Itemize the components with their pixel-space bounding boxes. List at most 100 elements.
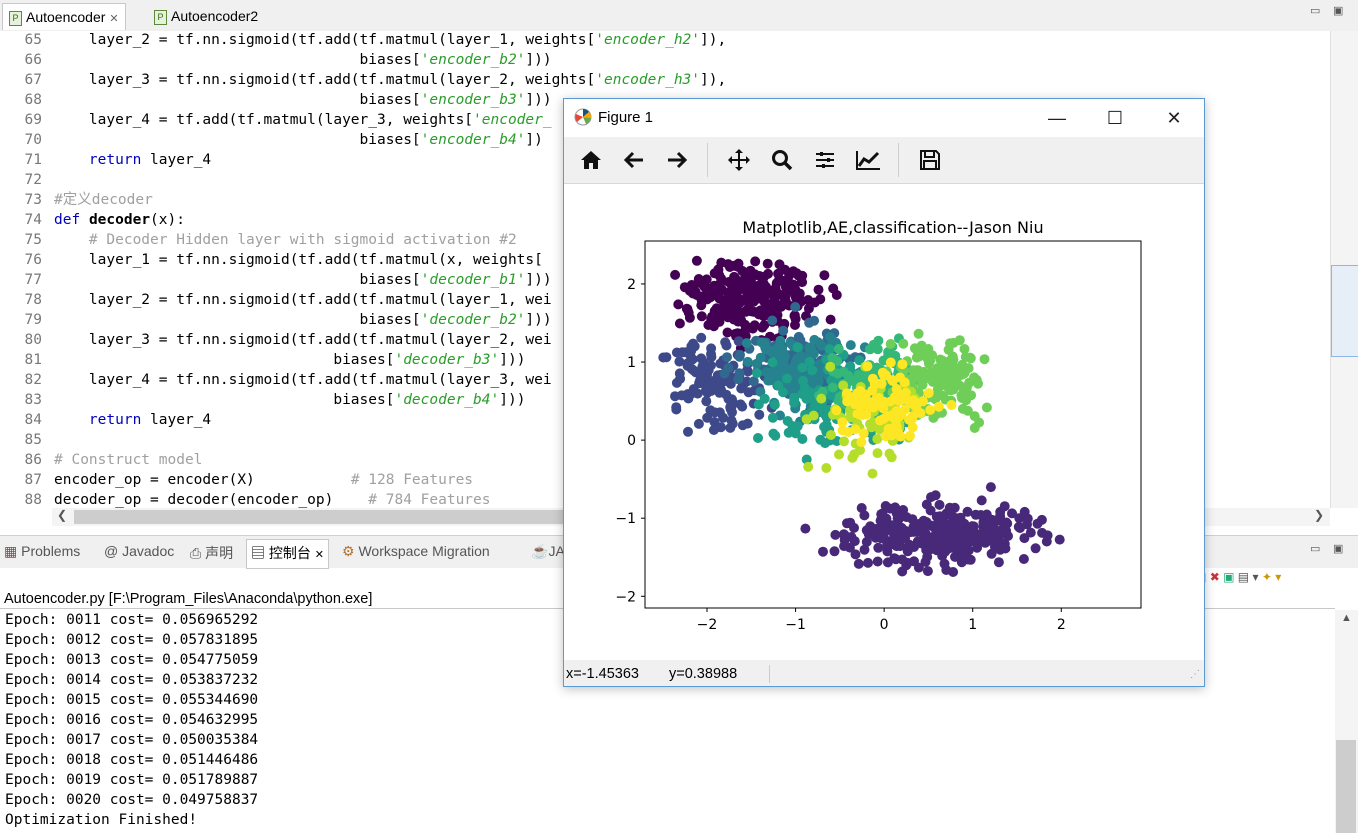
- code-token: 'decoder_b2': [420, 312, 526, 328]
- scatter-point: [752, 368, 762, 379]
- edit-axes-button[interactable]: [853, 145, 883, 175]
- code-line[interactable]: 67 layer_3 = tf.nn.sigmoid(tf.add(tf.mat…: [0, 71, 727, 91]
- scrollbar-thumb[interactable]: [1331, 265, 1358, 357]
- scatter-point: [715, 278, 726, 289]
- scatter-point: [799, 390, 810, 400]
- scatter-point: [821, 463, 832, 473]
- scatter-point: [679, 282, 690, 293]
- code-line[interactable]: 68 biases['encoder_b3'])): [0, 91, 552, 111]
- code-token: layer_3 = tf.nn.sigmoid(tf.add(tf.matmul…: [54, 72, 596, 88]
- code-line[interactable]: 77 biases['decoder_b1'])): [0, 271, 552, 291]
- home-button[interactable]: [576, 145, 606, 175]
- scatter-point: [876, 509, 887, 520]
- editor-tab-autoencoder2[interactable]: P Autoencoder2: [148, 3, 264, 30]
- code-line[interactable]: 86 # Construct model: [0, 451, 203, 471]
- open-console-icon[interactable]: ▤ ▾: [1238, 570, 1259, 584]
- scatter-point: [927, 376, 938, 387]
- save-button[interactable]: [915, 145, 945, 175]
- figure-canvas[interactable]: Matplotlib,AE,classification--Jason Niu −…: [564, 184, 1204, 660]
- scatter-point: [809, 297, 820, 308]
- scatter-point: [753, 399, 764, 410]
- code-line[interactable]: 72: [0, 171, 54, 191]
- chart-title: Matplotlib,AE,classification--Jason Niu: [742, 218, 1043, 237]
- code-line[interactable]: 82 layer_4 = tf.nn.sigmoid(tf.add(tf.mat…: [0, 371, 552, 391]
- zoom-button[interactable]: [767, 145, 797, 175]
- console-line: Epoch: 0012 cost= 0.057831895: [5, 632, 259, 648]
- scatter-point: [673, 299, 684, 310]
- scatter-point: [898, 338, 909, 349]
- figure-title-bar[interactable]: Figure 1 — ☐ ✕: [564, 99, 1204, 137]
- code-token: # Decoder Hidden layer with sigmoid acti…: [54, 232, 517, 248]
- code-line[interactable]: 65 layer_2 = tf.nn.sigmoid(tf.add(tf.mat…: [0, 31, 727, 51]
- scatter-point: [831, 405, 842, 416]
- code-token: biases[: [54, 312, 421, 328]
- pan-button[interactable]: [724, 145, 754, 175]
- tab-javadoc[interactable]: @ Javadoc: [104, 543, 174, 559]
- console-vertical-scrollbar[interactable]: ▲: [1335, 610, 1358, 833]
- close-icon[interactable]: ✕: [1161, 105, 1187, 131]
- editor-vertical-scrollbar[interactable]: [1330, 31, 1358, 508]
- close-icon[interactable]: ✕: [109, 13, 118, 25]
- code-line[interactable]: 76 layer_1 = tf.nn.sigmoid(tf.add(tf.mat…: [0, 251, 543, 271]
- code-line[interactable]: 83 biases['decoder_b4'])): [0, 391, 526, 411]
- code-line[interactable]: 66 biases['encoder_b2'])): [0, 51, 552, 71]
- scatter-point: [885, 339, 896, 349]
- scroll-left-icon[interactable]: ❮: [57, 508, 67, 522]
- maximize-icon[interactable]: ☐: [1102, 105, 1128, 131]
- line-number: 70: [24, 132, 42, 148]
- scatter-points: [658, 255, 1065, 577]
- resize-grip-icon[interactable]: ⋰: [1190, 663, 1200, 687]
- scrollbar-thumb[interactable]: [1336, 740, 1356, 833]
- edit-axes-icon: [856, 151, 880, 170]
- minimize-icon[interactable]: —: [1044, 105, 1070, 131]
- tab-declaration[interactable]: ⎙ 声明: [190, 543, 233, 563]
- code-line[interactable]: 81 biases['decoder_b3'])): [0, 351, 526, 371]
- code-line[interactable]: 78 layer_2 = tf.nn.sigmoid(tf.add(tf.mat…: [0, 291, 552, 311]
- scatter-point: [861, 409, 872, 420]
- migration-icon: ⚙: [342, 543, 355, 559]
- code-line[interactable]: 87 encoder_op = encoder(X) # 128 Features: [0, 471, 474, 491]
- tab-java[interactable]: ☕JA: [531, 543, 565, 560]
- tab-problems[interactable]: ▦ Problems: [4, 543, 80, 560]
- back-button[interactable]: [619, 145, 649, 175]
- maximize-icon[interactable]: ▣: [1333, 4, 1343, 17]
- tab-console[interactable]: ▤ 控制台 ✕: [246, 539, 329, 569]
- scatter-point: [838, 529, 849, 540]
- code-line[interactable]: 70 biases['encoder_b4']): [0, 131, 543, 151]
- scatter-point: [733, 258, 744, 269]
- scroll-right-icon[interactable]: ❯: [1314, 508, 1324, 522]
- scroll-up-icon[interactable]: ▲: [1341, 612, 1352, 624]
- scatter-point: [955, 512, 966, 523]
- code-line[interactable]: 69 layer_4 = tf.add(tf.matmul(layer_3, w…: [0, 111, 552, 131]
- code-line[interactable]: 75 # Decoder Hidden layer with sigmoid a…: [0, 231, 517, 251]
- code-line[interactable]: 84 return layer_4: [0, 411, 212, 431]
- line-number: 78: [24, 292, 42, 308]
- code-line[interactable]: 85: [0, 431, 54, 451]
- editor-tab-autoencoder[interactable]: P Autoencoder ✕: [2, 3, 126, 30]
- code-line[interactable]: 74 def decoder(x):: [0, 211, 185, 231]
- maximize-icon[interactable]: ▣: [1333, 542, 1343, 555]
- code-line[interactable]: 71 return layer_4: [0, 151, 212, 171]
- subplots-button[interactable]: [810, 145, 840, 175]
- new-console-icon[interactable]: ✦ ▾: [1262, 570, 1281, 584]
- forward-button[interactable]: [662, 145, 692, 175]
- scatter-point: [825, 361, 836, 372]
- code-line[interactable]: 80 layer_3 = tf.nn.sigmoid(tf.add(tf.mat…: [0, 331, 552, 351]
- scrollbar-thumb[interactable]: [74, 510, 594, 524]
- scatter-point: [789, 392, 800, 403]
- scatter-point: [995, 506, 1006, 517]
- close-icon[interactable]: ✕: [315, 549, 324, 561]
- code-line[interactable]: 88 decoder_op = decoder(encoder_op) # 784…: [0, 491, 491, 508]
- scatter-point: [757, 322, 768, 333]
- minimize-icon[interactable]: ▭: [1310, 542, 1320, 555]
- remove-launch-icon[interactable]: ✖: [1210, 570, 1220, 584]
- scatter-plot[interactable]: Matplotlib,AE,classification--Jason Niu −…: [564, 184, 1204, 660]
- minimize-icon[interactable]: ▭: [1310, 4, 1320, 17]
- scatter-point: [966, 390, 977, 401]
- display-console-icon[interactable]: ▣: [1223, 570, 1234, 584]
- scatter-point: [773, 380, 784, 391]
- tab-workspace-migration[interactable]: ⚙ Workspace Migration: [342, 543, 490, 560]
- scatter-point: [974, 417, 985, 428]
- code-line[interactable]: 73 #定义decoder: [0, 191, 153, 211]
- code-line[interactable]: 79 biases['decoder_b2'])): [0, 311, 552, 331]
